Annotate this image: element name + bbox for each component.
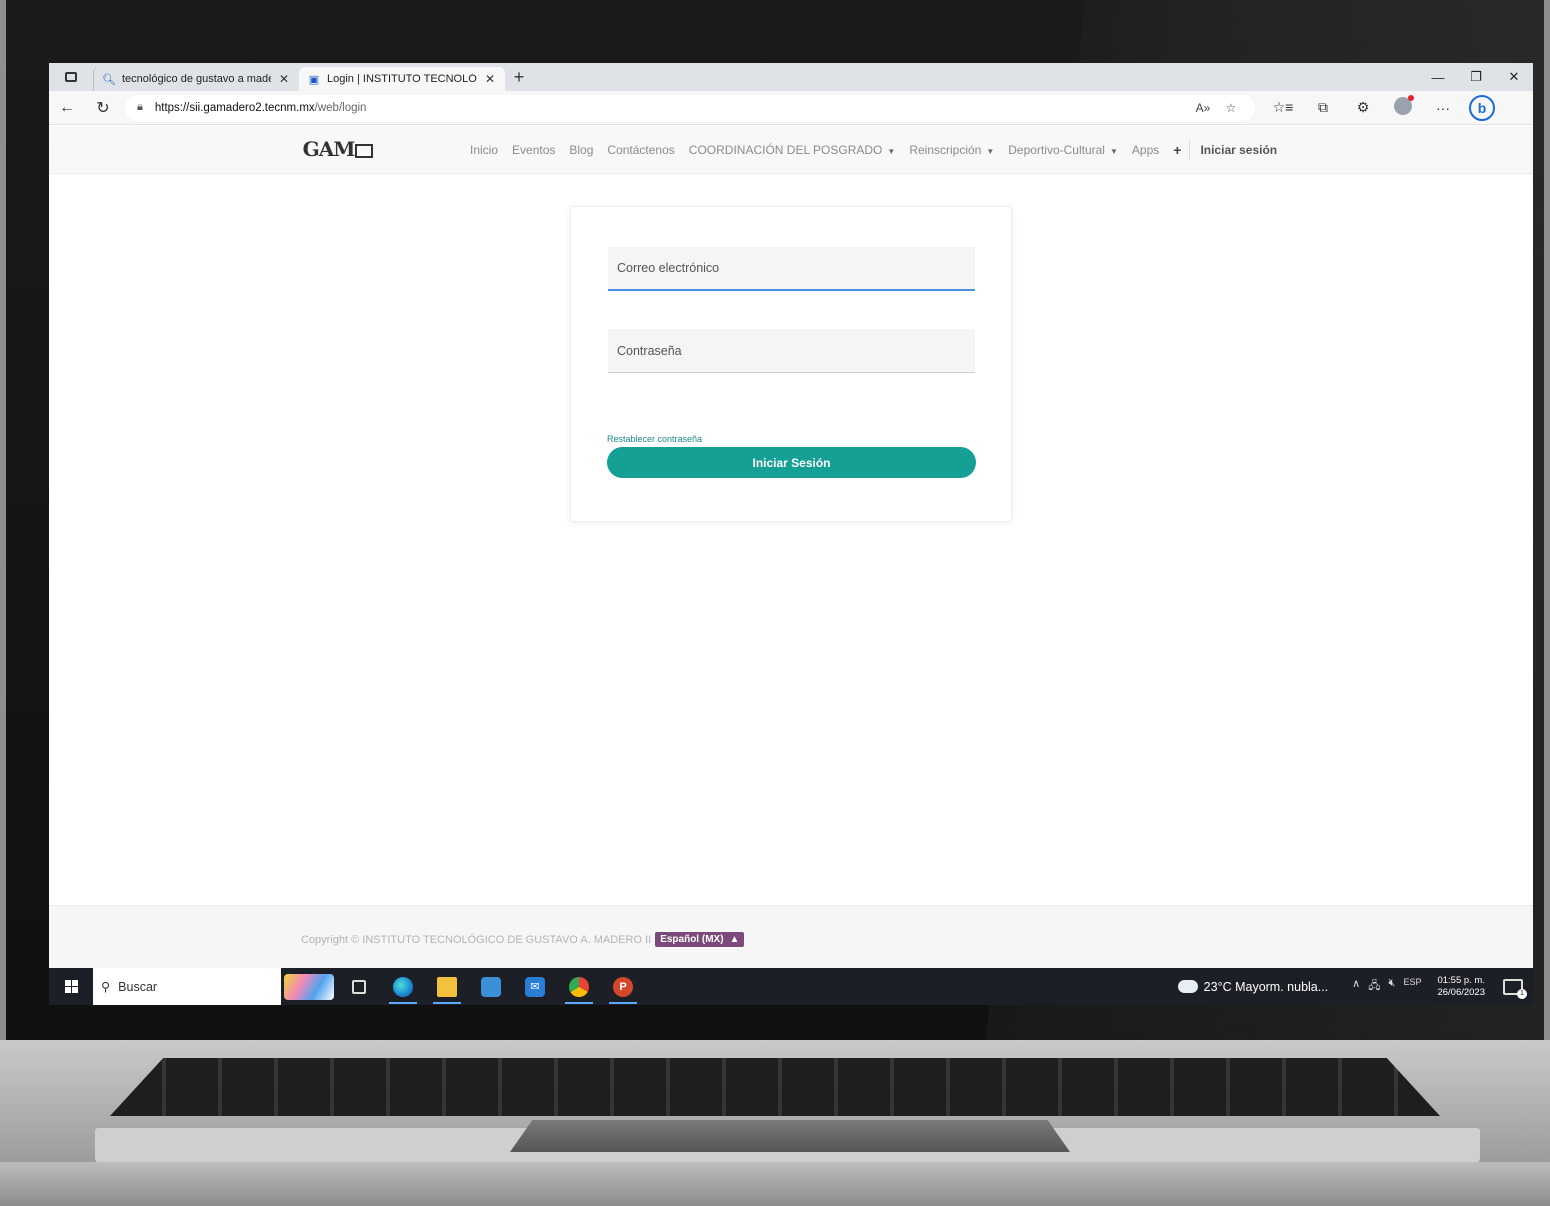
copyright-text: Copyright © INSTITUTO TECNOLÓGICO DE GUS… (301, 933, 652, 946)
edge-taskbar-button[interactable] (381, 968, 425, 1005)
system-tray: 23°C Mayorm. nubla... ∧ 🖧︎ 🔇︎ ESP 01:55 … (1177, 975, 1533, 999)
profile-icon[interactable] (1383, 95, 1423, 118)
store-taskbar-button[interactable] (469, 968, 513, 1005)
nav-inicio[interactable]: Inicio (470, 143, 498, 157)
site-footer: Copyright © INSTITUTO TECNOLÓGICO DE GUS… (49, 905, 1533, 968)
clock-time: 01:55 p. m. (1437, 974, 1485, 986)
address-bar[interactable]: 🔒︎ https://sii.gamadero2.tecnm.mx/web/lo… (125, 94, 1255, 121)
tab-title: Login | INSTITUTO TECNOLÓGICO (327, 73, 477, 85)
tab-title: tecnológico de gustavo a madero (122, 73, 271, 85)
chevron-up-icon[interactable]: ∧ (1352, 977, 1360, 996)
input-language[interactable]: ESP (1403, 977, 1421, 996)
language-selector[interactable]: Español (MX) ▲ (655, 932, 745, 947)
nav-deportivo-dropdown[interactable]: Deportivo-Cultural ▼ (1008, 143, 1118, 157)
more-options-icon[interactable]: ··· (1423, 100, 1463, 116)
nav-eventos[interactable]: Eventos (512, 143, 555, 157)
restore-icon[interactable]: ❐ (1457, 63, 1495, 91)
weather-widget[interactable]: 23°C Mayorm. nubla... (1177, 975, 1329, 994)
mail-taskbar-button[interactable]: ✉ (513, 968, 557, 1005)
start-button[interactable] (49, 980, 93, 993)
minimize-icon[interactable]: — (1419, 63, 1457, 91)
search-icon: ⚲ (101, 980, 111, 994)
notification-badge: 1 (1517, 988, 1527, 999)
cloud-icon (1177, 975, 1201, 993)
task-view-button[interactable] (337, 968, 381, 1005)
clock-date: 26/06/2023 (1437, 986, 1485, 998)
taskbar-search[interactable]: ⚲ Buscar (93, 968, 281, 1005)
extensions-icon[interactable]: ⚙ (1343, 99, 1383, 116)
url-domain: https://sii.gamadero2.tecnm.mx (154, 101, 315, 114)
back-icon[interactable]: ← (49, 99, 85, 117)
close-window-icon[interactable]: ✕ (1495, 63, 1533, 91)
window-controls: — ❐ ✕ (1419, 63, 1533, 91)
reset-password-link[interactable]: Restablecer contraseña (607, 434, 702, 444)
store-icon (481, 976, 501, 997)
logo-mark: GAM (303, 139, 374, 159)
file-explorer-taskbar-button[interactable] (425, 968, 469, 1005)
nav-sign-in[interactable]: Iniciar sesión (1200, 143, 1277, 157)
keyboard (110, 1058, 1440, 1116)
login-button[interactable]: Iniciar Sesión (607, 447, 976, 478)
search-highlight-icon (284, 973, 334, 1000)
nav-links: Inicio Eventos Blog Contáctenos COORDINA… (470, 126, 1277, 174)
network-icon[interactable]: 🖧︎ (1368, 977, 1380, 996)
read-aloud-icon[interactable]: A» (1189, 101, 1217, 115)
password-field[interactable]: Contraseña (608, 329, 975, 373)
search-highlight-button[interactable] (281, 968, 337, 1005)
toolbar-icons: ☆≡ ⧉ ⚙ ··· b (1263, 94, 1495, 121)
close-tab-icon[interactable]: ✕ (277, 72, 291, 86)
nav-reinscripcion-dropdown[interactable]: Reinscripción ▼ (909, 143, 994, 157)
screen: 🔍︎ tecnológico de gustavo a madero ✕ ▣ L… (49, 63, 1533, 1005)
search-icon: 🔍︎ (102, 73, 116, 86)
site-favicon-icon: ▣ (308, 73, 320, 86)
favorites-icon[interactable]: ☆≡ (1263, 99, 1303, 116)
powerpoint-taskbar-button[interactable]: P (601, 968, 645, 1005)
caret-down-icon: ▼ (1109, 147, 1118, 156)
browser-toolbar: ← ↻ 🔒︎ https://sii.gamadero2.tecnm.mx/we… (49, 91, 1533, 125)
nav-blog[interactable]: Blog (569, 143, 593, 157)
weather-text: 23°C Mayorm. nubla... (1203, 979, 1329, 994)
nav-posgrado-dropdown[interactable]: COORDINACIÓN DEL POSGRADO ▼ (689, 143, 896, 157)
caret-up-icon: ▲ (729, 934, 740, 945)
site-navbar: GAM Inicio Eventos Blog Contáctenos COOR… (49, 126, 1533, 174)
refresh-icon[interactable]: ↻ (85, 98, 121, 118)
site-logo[interactable]: GAM (299, 134, 377, 164)
tab-actions-button[interactable] (49, 63, 93, 91)
url-path: /web/login (314, 101, 367, 114)
favorite-star-icon[interactable]: ☆ (1217, 101, 1245, 115)
close-tab-icon[interactable]: ✕ (483, 72, 497, 86)
mail-icon: ✉ (525, 976, 545, 997)
taskbar: ⚲ Buscar ✉ P 23°C Mayorm. nubla... ∧ 🖧︎ … (49, 968, 1533, 1005)
taskbar-search-label: Buscar (118, 979, 158, 994)
nav-contactenos[interactable]: Contáctenos (607, 143, 674, 157)
chrome-icon (569, 976, 589, 997)
powerpoint-icon: P (613, 976, 633, 997)
folder-icon (437, 976, 457, 997)
lock-icon: 🔒︎ (137, 101, 143, 113)
laptop-edge (0, 1162, 1550, 1206)
email-field[interactable]: Correo electrónico (608, 247, 975, 291)
nav-apps[interactable]: Apps (1132, 143, 1159, 157)
tab-login[interactable]: ▣ Login | INSTITUTO TECNOLÓGICO ✕ (299, 67, 505, 91)
edge-icon (393, 976, 413, 997)
tab-actions-icon (65, 72, 77, 82)
new-tab-button[interactable]: + (505, 67, 533, 88)
task-view-icon (352, 979, 366, 994)
windows-logo-icon (64, 980, 78, 993)
chrome-taskbar-button[interactable] (557, 968, 601, 1005)
tab-search[interactable]: 🔍︎ tecnológico de gustavo a madero ✕ (93, 67, 299, 91)
login-card: Correo electrónico Contraseña Restablece… (570, 206, 1012, 522)
browser-tab-strip: 🔍︎ tecnológico de gustavo a madero ✕ ▣ L… (49, 63, 1533, 91)
collections-icon[interactable]: ⧉ (1303, 99, 1343, 116)
trackpad (510, 1120, 1070, 1152)
plus-icon[interactable]: + (1173, 142, 1181, 158)
clock[interactable]: 01:55 p. m. 26/06/2023 (1437, 975, 1485, 999)
caret-down-icon: ▼ (986, 147, 995, 156)
volume-muted-icon[interactable]: 🔇︎ (1389, 977, 1396, 996)
bing-chat-icon[interactable]: b (1469, 94, 1495, 121)
nav-divider (1189, 140, 1191, 160)
caret-down-icon: ▼ (887, 147, 896, 156)
notification-center-icon[interactable]: 1 (1503, 978, 1527, 999)
